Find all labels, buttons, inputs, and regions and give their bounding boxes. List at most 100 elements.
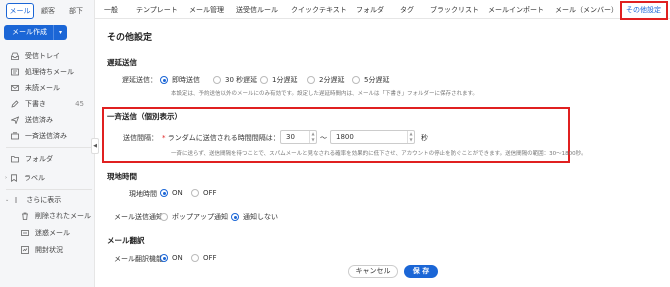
spam-icon [20, 228, 30, 238]
sidebar-item-label: 開封状況 [35, 246, 63, 254]
interval-min-value[interactable]: 30 [286, 133, 295, 141]
option-label: 30 秒遅延 [225, 76, 258, 84]
sidebar-item-sent[interactable]: 送信済み [10, 114, 90, 126]
interval-min-stepper[interactable]: 30 ▲ ▼ [280, 130, 317, 144]
sidebar-item-label: フォルダ [25, 155, 53, 163]
range-separator: ～ [320, 134, 327, 142]
sidebar-item-trash[interactable]: 削除されたメール [20, 210, 100, 222]
tab-rules[interactable]: 送受信ルール [236, 5, 278, 15]
tab-general[interactable]: 一般 [104, 5, 118, 15]
option-label: 即時送信 [172, 76, 200, 84]
sidebar-item-label: 受信トレイ [25, 52, 60, 60]
draft-icon [10, 99, 20, 109]
tab-quick-text[interactable]: クイックテキスト [291, 5, 347, 15]
sidebar-item-broadcast[interactable]: 一斉送信済み [10, 130, 90, 142]
delay-option-1m[interactable]: 1分遅延 [260, 75, 297, 85]
localtime-option-on[interactable]: ON [160, 189, 183, 197]
broadcast-icon [10, 131, 20, 141]
sidebar-item-inbox[interactable]: 受信トレイ [10, 50, 90, 62]
sidebar-item-open-status[interactable]: 開封状況 [20, 244, 100, 256]
bulk-note: 一斉に送らず、送信間隔を待つことで、スパムメールと見なされる確率を効果的に低下さ… [171, 151, 587, 157]
notify-label: メール送信通知 [114, 213, 163, 221]
interval-unit: 秒 [421, 134, 428, 142]
sidebar-item-spam[interactable]: 迷惑メール [20, 227, 100, 239]
translate-option-on[interactable]: ON [160, 254, 183, 262]
sidebar-item-label: さらに表示 [26, 196, 62, 204]
tab-mail-import[interactable]: メールインポート [488, 5, 544, 15]
delay-option-2m[interactable]: 2分遅延 [307, 75, 344, 85]
sidebar-item-label: 処理待ちメール [25, 68, 74, 76]
sidebar-item-label: 迷惑メール [35, 229, 70, 237]
option-label: ポップアップ通知 [172, 213, 228, 221]
random-interval-label: * ランダムに送信される時間間隔は： [162, 133, 280, 143]
sidebar-tab-subordinates[interactable]: 部下 [62, 4, 90, 18]
notify-option-popup[interactable]: ポップアップ通知 [160, 212, 228, 222]
radio-icon[interactable] [352, 76, 360, 84]
radio-icon[interactable] [307, 76, 315, 84]
compose-label: メール作成 [12, 28, 47, 36]
radio-selected-icon[interactable] [160, 254, 168, 262]
cancel-button[interactable]: キャンセル [348, 265, 398, 278]
radio-icon[interactable] [260, 76, 268, 84]
localtime-option-off[interactable]: OFF [191, 189, 217, 197]
delay-option-5m[interactable]: 5分遅延 [352, 75, 389, 85]
radio-icon[interactable] [191, 189, 199, 197]
compose-button[interactable]: メール作成 ▾ [4, 25, 67, 40]
sidebar-tab-customers[interactable]: 顧客 [34, 4, 62, 18]
radio-icon[interactable] [213, 76, 221, 84]
radio-selected-icon[interactable] [160, 76, 168, 84]
sidebar-item-folder[interactable]: フォルダ [10, 153, 90, 165]
translate-section-heading: メール翻訳 [107, 236, 145, 245]
sidebar-item-drafts[interactable]: 下書き 45 [10, 98, 90, 110]
active-tab-highlight [620, 1, 668, 20]
interval-max-value[interactable]: 1800 [336, 133, 354, 141]
tab-tags[interactable]: タグ [400, 5, 414, 15]
translate-option-off[interactable]: OFF [191, 254, 217, 262]
notify-option-none[interactable]: 通知しない [231, 212, 278, 222]
sidebar-item-pending[interactable]: 処理待ちメール [10, 66, 90, 78]
option-label: 1分遅延 [272, 76, 298, 84]
sidebar-collapse-toggle[interactable]: ◀ [91, 138, 99, 154]
radio-icon[interactable] [160, 213, 168, 221]
option-label: OFF [203, 254, 217, 262]
radio-selected-icon[interactable] [160, 189, 168, 197]
sidebar-item-label: ラベル [24, 174, 45, 182]
sidebar: メール 顧客 部下 メール作成 ▾ 受信トレイ 処理待ちメール 未読メール 下書… [0, 0, 95, 287]
tab-blacklist[interactable]: ブラックリスト [430, 5, 479, 15]
chevron-right-icon[interactable]: › [5, 172, 7, 184]
more-icon [11, 195, 21, 205]
delay-label: 遅延送信： [122, 76, 157, 84]
draft-count: 45 [75, 100, 84, 108]
radio-icon[interactable] [191, 254, 199, 262]
tab-templates[interactable]: テンプレート [136, 5, 178, 15]
pending-icon [10, 67, 20, 77]
chevron-down-icon[interactable]: ▾ [53, 25, 67, 40]
sidebar-divider [6, 189, 92, 190]
tab-mail-members[interactable]: メール（メンバー） [555, 5, 618, 15]
chevron-down-icon[interactable]: ⌄ [5, 194, 9, 206]
stepper-arrows-icon[interactable]: ▲ ▼ [309, 131, 316, 143]
option-label: OFF [203, 189, 217, 197]
save-button[interactable]: 保 存 [404, 265, 438, 278]
option-label: 5分遅延 [364, 76, 390, 84]
sidebar-tab-mail[interactable]: メール [6, 3, 34, 19]
delay-option-immediate[interactable]: 即時送信 [160, 75, 200, 85]
sidebar-item-unread[interactable]: 未読メール [10, 82, 90, 94]
sidebar-divider [6, 147, 92, 148]
sidebar-item-label: 下書き [25, 100, 46, 108]
tab-folders[interactable]: フォルダ [356, 5, 384, 15]
inbox-icon [10, 51, 20, 61]
radio-selected-icon[interactable] [231, 213, 239, 221]
localtime-section-heading: 現地時間 [107, 172, 137, 181]
delay-option-30s[interactable]: 30 秒遅延 [213, 75, 257, 85]
settings-tab-bar: 一般 テンプレート メール管理 送受信ルール クイックテキスト フォルダ タグ … [95, 0, 670, 19]
interval-max-stepper[interactable]: 1800 ▲ ▼ [330, 130, 415, 144]
sent-icon [10, 115, 20, 125]
tab-mail-management[interactable]: メール管理 [189, 5, 224, 15]
sidebar-item-label: 削除されたメール [35, 212, 91, 220]
stepper-arrows-icon[interactable]: ▲ ▼ [407, 131, 414, 143]
sidebar-item-more[interactable]: ⌄ さらに表示 [5, 194, 85, 206]
sidebar-tabs: メール 顧客 部下 [0, 0, 94, 22]
folder-icon [10, 154, 20, 164]
sidebar-item-label-group[interactable]: › ラベル [5, 172, 85, 184]
